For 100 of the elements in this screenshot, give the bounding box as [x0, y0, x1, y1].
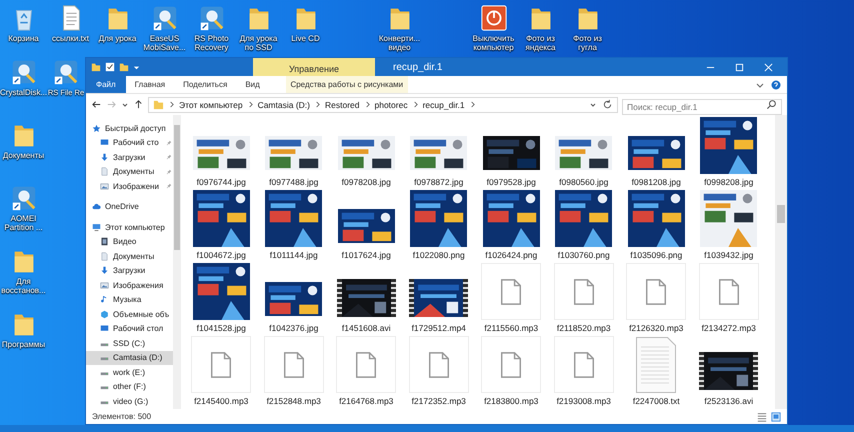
file-item[interactable]: f1026424.png — [475, 189, 548, 262]
sidebar-item[interactable]: Видео — [86, 234, 173, 249]
sidebar-item[interactable]: Объемные объ — [86, 307, 173, 322]
up-icon[interactable] — [133, 99, 144, 110]
pin-icon[interactable] — [166, 183, 172, 190]
file-item[interactable]: f2193008.mp3 — [548, 335, 620, 408]
checkmark-icon[interactable] — [105, 62, 115, 72]
file-item[interactable]: f0976744.jpg — [185, 116, 258, 189]
file-item[interactable]: f2152848.mp3 — [258, 335, 330, 408]
file-item[interactable]: f0977488.jpg — [258, 116, 330, 189]
sidebar-item[interactable]: Документы — [86, 164, 173, 179]
file-item[interactable]: f2118520.mp3 — [548, 262, 620, 335]
forward-icon[interactable] — [106, 99, 117, 110]
file-item[interactable]: f1030760.png — [548, 189, 620, 262]
scrollbar[interactable] — [173, 115, 181, 409]
scrollbar[interactable] — [775, 115, 787, 409]
file-item[interactable]: f1042376.jpg — [258, 262, 330, 335]
sidebar-item[interactable]: work (E:) — [86, 365, 173, 380]
pin-icon[interactable] — [166, 168, 172, 175]
sidebar-item[interactable]: other (F:) — [86, 380, 173, 394]
desktop-icon-label[interactable]: Фото из гугла — [564, 34, 611, 52]
file-item[interactable]: f0978208.jpg — [330, 116, 402, 189]
sidebar-item[interactable]: Изображения — [86, 278, 173, 292]
file-item[interactable]: f2164768.mp3 — [330, 335, 402, 408]
dropdown-icon[interactable] — [589, 100, 597, 108]
scroll-thumb[interactable] — [174, 125, 180, 250]
breadcrumb[interactable]: Этот компьютер — [179, 100, 243, 110]
dropdown-icon[interactable] — [133, 64, 140, 70]
sidebar-item[interactable]: Быстрый доступ — [86, 121, 173, 136]
large-icons-view-icon[interactable] — [771, 412, 781, 422]
file-item[interactable]: f1022080.png — [402, 189, 475, 262]
details-view-icon[interactable] — [757, 412, 767, 422]
ribbon-tab[interactable]: Вид — [236, 76, 269, 93]
sidebar-item[interactable]: Этот компьютер — [86, 220, 173, 234]
file-item[interactable]: f2172352.mp3 — [402, 335, 475, 408]
file-item[interactable]: f2247008.txt — [620, 335, 692, 408]
ribbon-tab[interactable]: Поделиться — [174, 76, 236, 93]
file-icon — [718, 278, 739, 304]
refresh-icon[interactable] — [602, 99, 613, 110]
file-item[interactable]: f1451608.avi — [330, 262, 402, 335]
desktop-icon-label[interactable]: RS Photo Recovery — [188, 34, 235, 52]
search-field[interactable]: Поиск: recup_dir.1 — [622, 98, 782, 114]
sidebar-item[interactable]: Изображени — [86, 179, 173, 194]
maximize-icon[interactable] — [735, 62, 744, 72]
desktop-icon-label[interactable]: Live CD — [282, 34, 329, 43]
desktop-icon-label[interactable]: EaseUS MobiSave... — [141, 34, 188, 52]
address-bar[interactable]: Этот компьютер Camtasia (D:) Restored photorec recup_dir.1 — [148, 96, 618, 112]
file-item[interactable]: f2115560.mp3 — [475, 262, 548, 335]
file-item[interactable]: f0998208.jpg — [692, 116, 765, 189]
file-item[interactable]: f2126320.mp3 — [620, 262, 692, 335]
folder-icon[interactable] — [91, 62, 101, 72]
file-item[interactable]: f1035096.png — [620, 189, 692, 262]
desktop-icon-label[interactable]: Конверти... видео — [376, 34, 423, 52]
file-item[interactable]: f0980560.jpg — [548, 116, 620, 189]
pin-icon[interactable] — [166, 140, 172, 146]
file-item[interactable]: f0978872.jpg — [402, 116, 475, 189]
file-item[interactable]: f1039432.jpg — [692, 189, 765, 262]
dropdown-icon[interactable] — [121, 100, 129, 108]
sidebar-item[interactable]: SSD (C:) — [86, 336, 173, 350]
file-item[interactable]: f1041528.jpg — [185, 262, 258, 335]
sidebar-item[interactable]: Рабочий стол — [86, 322, 173, 336]
ribbon-tab[interactable]: Файл — [86, 76, 126, 93]
breadcrumb[interactable]: photorec — [374, 100, 408, 110]
app-icon[interactable] — [52, 58, 80, 86]
breadcrumb[interactable]: recup_dir.1 — [422, 100, 465, 110]
desktop-icon-label[interactable]: Для урока — [94, 34, 141, 43]
desktop-icon-label[interactable]: ссылки.txt — [47, 34, 94, 43]
back-icon[interactable] — [91, 99, 102, 110]
file-item[interactable]: f2523136.avi — [692, 335, 765, 408]
pin-icon[interactable] — [166, 154, 172, 160]
sidebar-item[interactable]: Camtasia (D:) — [86, 350, 173, 365]
desktop-icon-label[interactable]: Для урока по SSD — [235, 34, 282, 52]
file-item[interactable]: f0981208.jpg — [620, 116, 692, 189]
sidebar-item[interactable]: Документы — [86, 249, 173, 264]
breadcrumb[interactable]: Camtasia (D:) — [258, 100, 310, 110]
file-item[interactable]: f1004672.jpg — [185, 189, 258, 262]
sidebar-item[interactable]: Загрузки — [86, 150, 173, 164]
file-item[interactable]: f1011144.jpg — [258, 189, 330, 262]
power-icon[interactable] — [480, 4, 508, 32]
ribbon-tab[interactable]: Средства работы с рисунками — [286, 76, 408, 93]
scroll-thumb[interactable] — [777, 205, 785, 223]
desktop-icon-label[interactable]: Выключить компьютер — [470, 34, 517, 52]
breadcrumb[interactable]: Restored — [325, 100, 360, 110]
file-item[interactable]: f2145400.mp3 — [185, 335, 258, 408]
sidebar-item[interactable]: OneDrive — [86, 200, 173, 214]
ribbon-tab[interactable]: Главная — [126, 76, 174, 93]
sidebar-item[interactable]: Рабочий сто — [86, 136, 173, 150]
context-tab[interactable]: Управление — [253, 58, 375, 76]
file-item[interactable]: f0979528.jpg — [475, 116, 548, 189]
sidebar-item[interactable]: Музыка — [86, 292, 173, 307]
desktop-icon-label[interactable]: Фото из яндекса — [517, 34, 564, 52]
file-item[interactable]: f2134272.mp3 — [692, 262, 765, 335]
help-icon[interactable] — [771, 80, 781, 90]
file-item[interactable]: f1729512.mp4 — [402, 262, 475, 335]
sidebar-item[interactable]: video (G:) — [86, 394, 173, 408]
file-item[interactable]: f2183800.mp3 — [475, 335, 548, 408]
sidebar-item[interactable]: Загрузки — [86, 264, 173, 278]
close-icon[interactable] — [764, 62, 773, 72]
file-item[interactable]: f1017624.jpg — [330, 189, 402, 262]
folder-icon[interactable] — [119, 62, 129, 72]
